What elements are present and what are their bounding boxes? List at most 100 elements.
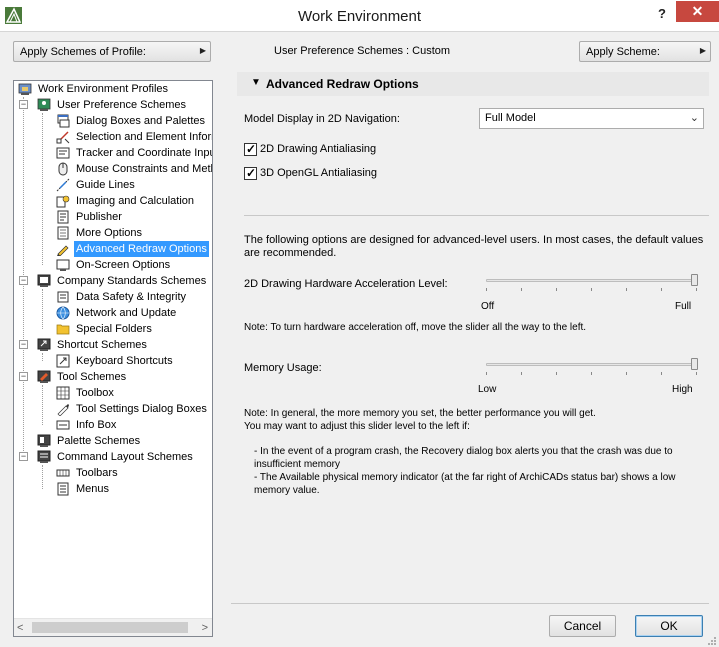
cancel-button[interactable]: Cancel bbox=[549, 615, 616, 637]
section-header[interactable]: ▼ Advanced Redraw Options bbox=[237, 72, 709, 96]
memory-usage-label: Memory Usage: bbox=[244, 362, 322, 374]
slider-tick bbox=[696, 288, 697, 291]
tool-schemes-icon bbox=[37, 370, 51, 384]
arrow-right-icon: ▶ bbox=[199, 46, 206, 55]
slider-tick bbox=[521, 372, 522, 375]
model-display-select[interactable]: Full Model ⌄ bbox=[479, 108, 704, 129]
slider-tick bbox=[486, 288, 487, 291]
pencil-icon bbox=[56, 242, 70, 257]
more-options-icon bbox=[56, 226, 70, 240]
apply-profile-button[interactable]: Apply Schemes of Profile: ▶ bbox=[13, 41, 211, 62]
user-preferences-icon bbox=[37, 98, 51, 112]
aa3d-checkbox[interactable]: ✓ bbox=[244, 166, 257, 180]
collapse-toggle[interactable]: − bbox=[19, 452, 28, 461]
checkmark-icon: ✓ bbox=[246, 166, 257, 180]
apply-scheme-label: Apply Scheme: bbox=[586, 46, 660, 58]
imaging-icon bbox=[56, 194, 70, 208]
chevron-down-icon: ⌄ bbox=[689, 112, 699, 124]
slider-tick bbox=[556, 288, 557, 291]
hw-note: Note: To turn hardware acceleration off,… bbox=[244, 322, 587, 333]
slider-thumb[interactable] bbox=[691, 274, 698, 286]
slider-track bbox=[486, 279, 698, 282]
shortcut-schemes-icon bbox=[37, 338, 51, 352]
on-screen-icon bbox=[56, 258, 70, 272]
collapse-toggle[interactable]: − bbox=[19, 340, 28, 349]
resize-grip-icon[interactable] bbox=[707, 636, 717, 646]
apply-scheme-button[interactable]: Apply Scheme: ▶ bbox=[579, 41, 711, 62]
company-standards-icon bbox=[37, 274, 51, 288]
selection-icon bbox=[56, 130, 70, 144]
hw-max-label: Full bbox=[675, 301, 692, 312]
scrollbar-thumb[interactable] bbox=[32, 622, 188, 633]
mouse-icon bbox=[56, 162, 70, 176]
memory-bullet-1: - In the event of a program crash, the R… bbox=[254, 446, 673, 470]
memory-note-2: You may want to adjust this slider level… bbox=[244, 421, 470, 432]
slider-track bbox=[486, 363, 698, 366]
hw-min-label: Off bbox=[481, 301, 495, 312]
slider-tick bbox=[591, 372, 592, 375]
collapse-toggle[interactable]: − bbox=[19, 372, 28, 381]
memory-max-label: High bbox=[672, 384, 693, 395]
dialog-boxes-icon bbox=[56, 114, 70, 128]
info-box-icon bbox=[56, 418, 70, 432]
tree-connector-line bbox=[42, 385, 43, 425]
collapse-toggle[interactable]: − bbox=[19, 100, 28, 109]
toolbars-icon bbox=[56, 466, 70, 480]
data-safety-icon bbox=[56, 290, 70, 304]
toolbox-icon bbox=[56, 386, 70, 400]
tree-connector-line bbox=[42, 289, 43, 329]
checkmark-icon: ✓ bbox=[246, 142, 257, 156]
section-title: Advanced Redraw Options bbox=[266, 77, 419, 91]
ok-button[interactable]: OK bbox=[635, 615, 703, 637]
model-display-label: Model Display in 2D Navigation: bbox=[244, 113, 400, 125]
tree-connector-line bbox=[42, 465, 43, 489]
close-button[interactable]: ✕ bbox=[676, 1, 719, 22]
help-button[interactable]: ? bbox=[650, 5, 674, 25]
scheme-info-label: User Preference Schemes : Custom bbox=[274, 45, 451, 57]
aa2d-checkbox[interactable]: ✓ bbox=[244, 142, 257, 156]
section-divider bbox=[244, 215, 709, 216]
command-layout-icon bbox=[37, 450, 51, 464]
intro-text: The following options are designed for a… bbox=[244, 234, 704, 259]
tree-connector-line bbox=[42, 113, 43, 265]
keyboard-shortcut-icon bbox=[56, 354, 70, 368]
collapse-triangle-icon[interactable]: ▼ bbox=[251, 77, 261, 88]
arrow-right-icon: ▶ bbox=[699, 46, 706, 55]
apply-profile-label: Apply Schemes of Profile: bbox=[20, 46, 146, 58]
slider-tick bbox=[626, 288, 627, 291]
globe-icon bbox=[56, 306, 70, 320]
slider-tick bbox=[626, 372, 627, 375]
palette-schemes-icon bbox=[37, 434, 51, 448]
model-display-value: Full Model bbox=[485, 112, 536, 124]
publisher-icon bbox=[56, 210, 70, 224]
slider-tick bbox=[521, 288, 522, 291]
slider-tick bbox=[486, 372, 487, 375]
hw-acceleration-label: 2D Drawing Hardware Acceleration Level: bbox=[244, 278, 448, 290]
memory-min-label: Low bbox=[478, 384, 497, 395]
tree-connector-line bbox=[42, 353, 43, 361]
tree-view[interactable]: Work Environment Profiles − User Prefere… bbox=[14, 81, 212, 618]
tracker-icon bbox=[56, 146, 70, 160]
slider-tick bbox=[591, 288, 592, 291]
title-bar: Work Environment ? ✕ bbox=[0, 0, 719, 32]
scroll-left-icon[interactable]: < bbox=[17, 622, 23, 634]
settings-tree-panel[interactable]: Work Environment Profiles − User Prefere… bbox=[13, 80, 213, 637]
aa3d-label: 3D OpenGL Antialiasing bbox=[260, 167, 377, 179]
memory-note-1: Note: In general, the more memory you se… bbox=[244, 408, 596, 419]
slider-tick bbox=[696, 372, 697, 375]
slider-tick bbox=[661, 288, 662, 291]
footer-divider bbox=[231, 603, 709, 604]
slider-tick bbox=[556, 372, 557, 375]
collapse-toggle[interactable]: − bbox=[19, 276, 28, 285]
profiles-icon bbox=[18, 82, 32, 96]
guide-lines-icon bbox=[56, 178, 70, 192]
slider-thumb[interactable] bbox=[691, 358, 698, 370]
folder-icon bbox=[56, 322, 70, 336]
horizontal-scrollbar[interactable]: < > bbox=[14, 618, 212, 636]
hw-acceleration-slider[interactable] bbox=[486, 272, 698, 292]
scroll-right-icon[interactable]: > bbox=[202, 622, 208, 634]
aa2d-label: 2D Drawing Antialiasing bbox=[260, 143, 377, 155]
slider-tick bbox=[661, 372, 662, 375]
memory-usage-slider[interactable] bbox=[486, 356, 698, 376]
tool-settings-icon bbox=[56, 402, 70, 417]
